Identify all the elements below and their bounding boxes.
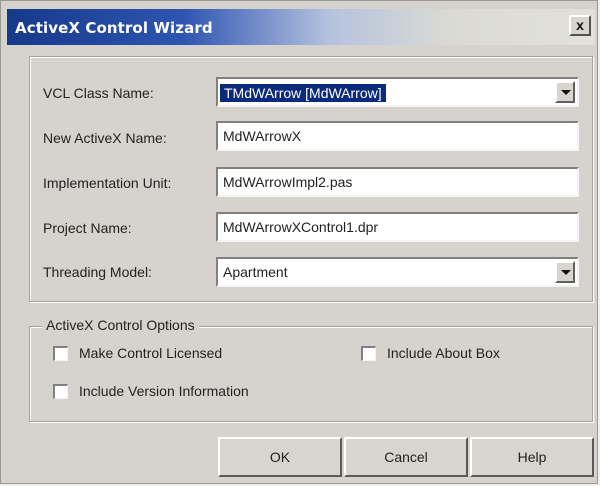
threading-model-value: Apartment: [223, 264, 288, 280]
activex-control-options-group: ActiveX Control Options: [29, 317, 593, 422]
include-about-box-label[interactable]: Include About Box: [387, 345, 500, 361]
threading-model-label: Threading Model:: [43, 264, 152, 280]
threading-model-dropdown[interactable]: Apartment: [216, 257, 579, 287]
include-version-information-label[interactable]: Include Version Information: [79, 383, 249, 399]
implementation-unit-label: Implementation Unit:: [43, 175, 172, 191]
chevron-down-icon[interactable]: [555, 261, 575, 283]
vcl-class-name-label: VCL Class Name:: [43, 85, 154, 101]
ok-button[interactable]: OK: [218, 437, 342, 477]
window-title: ActiveX Control Wizard: [15, 19, 213, 37]
title-bar: ActiveX Control Wizard x: [7, 9, 595, 45]
include-about-box-checkbox[interactable]: [361, 346, 376, 361]
chevron-down-icon[interactable]: [555, 81, 575, 103]
help-button[interactable]: Help: [470, 437, 594, 477]
cancel-button[interactable]: Cancel: [344, 437, 468, 477]
project-name-label: Project Name:: [43, 220, 132, 236]
vcl-class-name-dropdown[interactable]: TMdWArrow [MdWArrow]: [216, 77, 579, 107]
include-version-information-checkbox[interactable]: [53, 384, 68, 399]
implementation-unit-input[interactable]: MdWArrowImpl2.pas: [216, 167, 579, 197]
options-group-legend: ActiveX Control Options: [42, 317, 199, 333]
new-activex-name-label: New ActiveX Name:: [43, 130, 167, 146]
make-control-licensed-label[interactable]: Make Control Licensed: [79, 345, 222, 361]
new-activex-name-input[interactable]: MdWArrowX: [216, 121, 579, 151]
project-name-input[interactable]: MdWArrowXControl1.dpr: [216, 212, 579, 242]
make-control-licensed-checkbox[interactable]: [53, 346, 68, 361]
activex-control-wizard-dialog: ActiveX Control Wizard x VCL Class Name:…: [0, 0, 598, 484]
vcl-class-name-value: TMdWArrow [MdWArrow]: [219, 83, 387, 103]
close-button[interactable]: x: [569, 15, 591, 36]
